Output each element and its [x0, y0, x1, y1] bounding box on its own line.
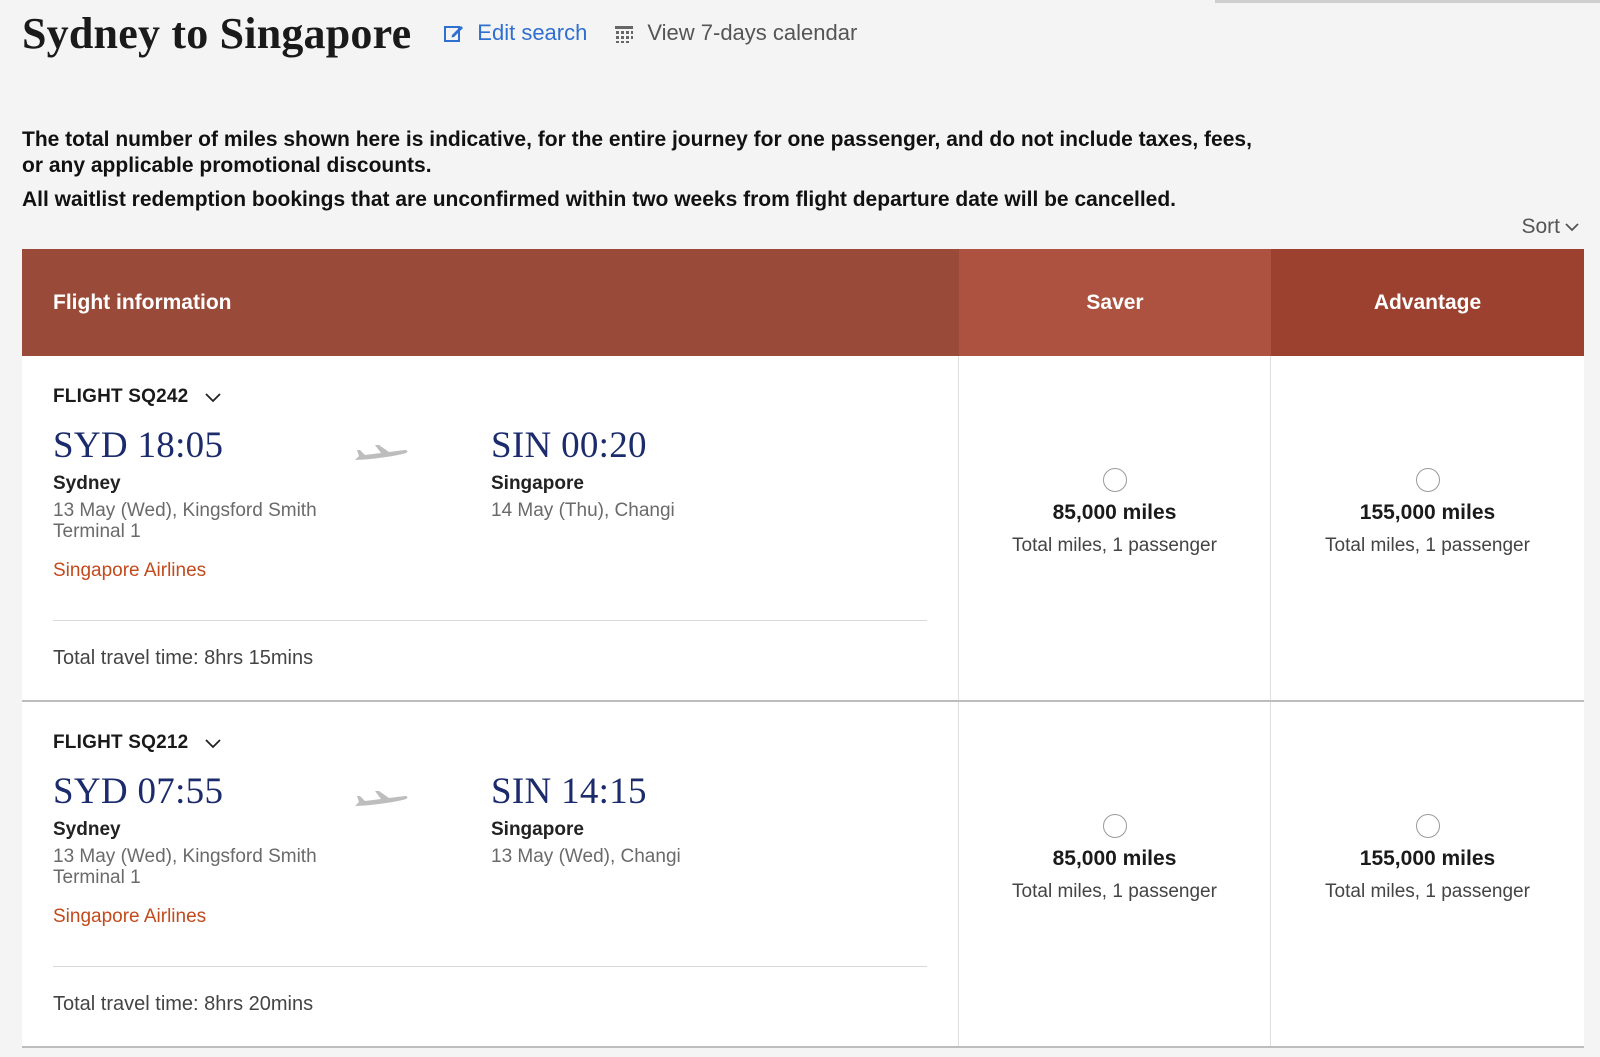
advantage-miles: 155,000 miles [1359, 847, 1496, 870]
departure: SYD 18:05 Sydney 13 May (Wed), Kingsford… [53, 424, 353, 542]
view-calendar-link[interactable]: View 7-days calendar [613, 20, 857, 46]
advantage-miles-caption: Total miles, 1 passenger [1325, 535, 1530, 556]
advantage-radio[interactable] [1415, 814, 1440, 838]
saver-miles: 85,000 miles [1052, 501, 1177, 524]
arrival: SIN 14:15 Singapore 13 May (Wed), Changi [491, 770, 791, 867]
departure-detail: 13 May (Wed), Kingsford Smith Terminal 1 [53, 500, 317, 542]
arrival-detail: 13 May (Wed), Changi [491, 846, 681, 867]
table-row: FLIGHT SQ212 SYD 07:55 Sydney 13 May (We… [22, 702, 1584, 1048]
flight-number: FLIGHT SQ242 [53, 386, 189, 407]
header-saver: Saver [959, 249, 1271, 356]
saver-miles-caption: Total miles, 1 passenger [1012, 535, 1217, 556]
flight-info-cell: FLIGHT SQ212 SYD 07:55 Sydney 13 May (We… [22, 702, 959, 1046]
arrival-city: Singapore [491, 819, 584, 840]
advantage-miles-caption: Total miles, 1 passenger [1325, 881, 1530, 902]
advantage-fare-cell[interactable]: 155,000 miles Total miles, 1 passenger [1271, 702, 1584, 1046]
divider [53, 620, 927, 621]
arrival-detail: 14 May (Thu), Changi [491, 500, 675, 521]
arrival-time: SIN 14:15 [491, 771, 647, 812]
plane-icon [355, 445, 408, 460]
flight-results-table: Flight information Saver Advantage FLIGH… [22, 249, 1584, 1048]
flight-info-cell: FLIGHT SQ242 SYD 18:05 Sydney 13 May (We… [22, 356, 959, 700]
saver-fare-cell[interactable]: 85,000 miles Total miles, 1 passenger [959, 702, 1271, 1046]
saver-radio[interactable] [1102, 814, 1127, 838]
top-edge-bar [1215, 0, 1600, 3]
flight-number: FLIGHT SQ212 [53, 732, 189, 753]
chevron-down-icon [205, 739, 222, 749]
arrival: SIN 00:20 Singapore 14 May (Thu), Changi [491, 424, 791, 521]
airline-name: Singapore Airlines [53, 560, 207, 581]
airline-name: Singapore Airlines [53, 906, 207, 927]
chevron-down-icon [1565, 223, 1579, 232]
arrival-time: SIN 00:20 [491, 425, 647, 466]
departure-time: SYD 18:05 [53, 425, 224, 466]
advantage-radio[interactable] [1415, 468, 1440, 492]
saver-radio[interactable] [1102, 468, 1127, 492]
departure: SYD 07:55 Sydney 13 May (Wed), Kingsford… [53, 770, 353, 888]
sort-label: Sort [1521, 215, 1560, 238]
saver-miles: 85,000 miles [1052, 847, 1177, 870]
advantage-miles: 155,000 miles [1359, 501, 1496, 524]
edit-search-label: Edit search [477, 20, 588, 45]
header-flight-information: Flight information [22, 249, 959, 356]
flight-number-toggle[interactable]: FLIGHT SQ212 [53, 732, 927, 754]
arrival-city: Singapore [491, 473, 584, 494]
saver-fare-cell[interactable]: 85,000 miles Total miles, 1 passenger [959, 356, 1271, 700]
flight-route: SYD 07:55 Sydney 13 May (Wed), Kingsford… [53, 754, 927, 936]
departure-time: SYD 07:55 [53, 771, 224, 812]
header-advantage: Advantage [1271, 249, 1584, 356]
plane-icon [355, 791, 408, 806]
view-calendar-label: View 7-days calendar [647, 20, 858, 45]
chevron-down-icon [205, 393, 222, 403]
sort-dropdown[interactable]: Sort [1521, 215, 1580, 239]
table-row: FLIGHT SQ242 SYD 18:05 Sydney 13 May (We… [22, 356, 1584, 702]
departure-city: Sydney [53, 819, 121, 840]
flight-number-toggle[interactable]: FLIGHT SQ242 [53, 386, 927, 408]
departure-city: Sydney [53, 473, 121, 494]
miles-notice: The total number of miles shown here is … [22, 128, 1252, 177]
waitlist-notice: All waitlist redemption bookings that ar… [22, 188, 1177, 211]
calendar-icon [615, 26, 634, 43]
table-header: Flight information Saver Advantage [22, 249, 1584, 356]
edit-icon [444, 26, 464, 42]
total-travel-time: Total travel time: 8hrs 15mins [53, 647, 314, 669]
page-header: Sydney to Singapore Edit search View 7-d… [22, 0, 857, 66]
divider [53, 966, 927, 967]
total-travel-time: Total travel time: 8hrs 20mins [53, 993, 314, 1015]
page-title: Sydney to Singapore [22, 8, 412, 58]
flight-route: SYD 18:05 Sydney 13 May (Wed), Kingsford… [53, 408, 927, 590]
edit-search-link[interactable]: Edit search [443, 20, 587, 46]
saver-miles-caption: Total miles, 1 passenger [1012, 881, 1217, 902]
departure-detail: 13 May (Wed), Kingsford Smith Terminal 1 [53, 846, 317, 888]
advantage-fare-cell[interactable]: 155,000 miles Total miles, 1 passenger [1271, 356, 1584, 700]
